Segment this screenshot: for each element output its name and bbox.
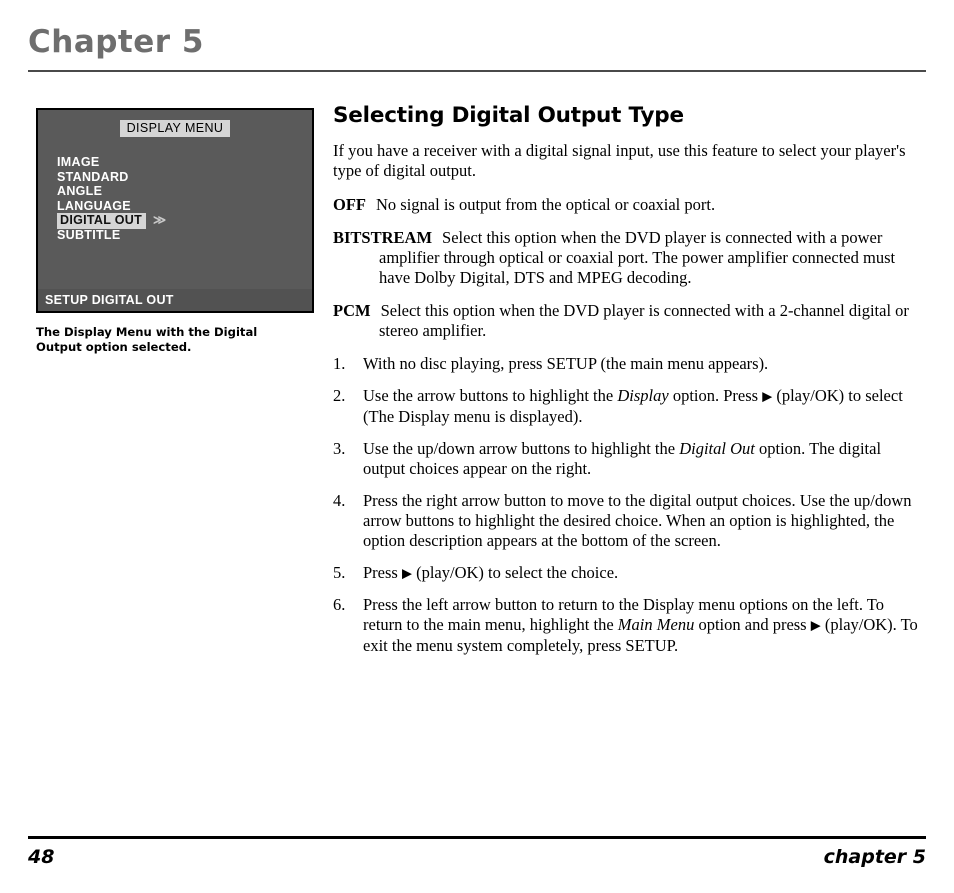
definition-text: Select this option when the DVD player i… <box>379 301 909 340</box>
step-text: Use the up/down arrow buttons to highlig… <box>363 438 680 458</box>
osd-menu-item-label: LANGUAGE <box>57 198 131 213</box>
figure-caption: The Display Menu with the Digital Output… <box>36 325 258 354</box>
step-number: 2. <box>333 386 346 405</box>
definition-pcm: PCM Select this option when the DVD playe… <box>333 301 925 341</box>
step-text: (play/OK) to select the choice. <box>411 562 619 582</box>
step-item: 3. Use the up/down arrow buttons to highl… <box>333 439 925 479</box>
definition-term: OFF <box>333 195 366 214</box>
osd-menu-item-digital-out[interactable]: DIGITAL OUT ≫ <box>57 213 297 229</box>
step-emphasis: Digital Out <box>679 438 755 458</box>
osd-menu-item-label: IMAGE <box>57 155 100 169</box>
step-number: 1. <box>333 354 346 373</box>
figure-column: DISPLAY MENU IMAGE STANDARD ANGLE LANGUAGE D… <box>36 108 318 355</box>
osd-menu-item-label: STANDARD <box>57 169 129 184</box>
osd-menu-item-label: SUBTITLE <box>57 227 121 242</box>
step-item: 2. Use the arrow buttons to highlight the… <box>333 386 925 427</box>
play-triangle-icon: ▶ <box>401 565 412 580</box>
chapter-title: Chapter 5 <box>28 24 204 60</box>
osd-menu-item-list: IMAGE STANDARD ANGLE LANGUAGE DIGITAL OUT ≫ SU… <box>57 155 297 243</box>
footer-chapter-label: chapter 5 <box>823 845 926 868</box>
footer-row: 48 chapter 5 <box>28 846 926 868</box>
osd-menu-item-subtitle[interactable]: SUBTITLE <box>57 228 297 243</box>
osd-title-row: DISPLAY MENU <box>38 110 312 137</box>
osd-menu-item-label: ANGLE <box>57 184 103 199</box>
osd-status-bar: SETUP DIGITAL OUT <box>38 289 312 311</box>
page-header: Chapter 5 <box>28 22 926 72</box>
step-emphasis: Display <box>617 386 669 405</box>
step-emphasis: Main Menu <box>617 615 695 634</box>
section-heading: Selecting Digital Output Type <box>333 103 684 128</box>
osd-menu-item-angle[interactable]: ANGLE <box>57 184 297 199</box>
step-item: 5. Press ▶ (play/OK) to select the choice… <box>333 563 925 584</box>
step-text: Press <box>363 562 402 582</box>
step-item: 6. Press the left arrow button to return … <box>333 595 925 656</box>
step-number: 4. <box>333 490 346 510</box>
step-item: 4. Press the right arrow button to move t… <box>333 491 925 551</box>
page-footer: 48 chapter 5 <box>28 836 926 868</box>
definition-off: OFF No signal is output from the optical … <box>333 195 925 215</box>
step-text: option and press <box>694 615 811 634</box>
step-text: With no disc playing, press SETUP (the m… <box>363 354 769 373</box>
header-divider <box>28 70 926 72</box>
definition-list: OFF No signal is output from the optical … <box>333 195 925 341</box>
intro-paragraph: If you have a receiver with a digital si… <box>333 141 906 180</box>
page-number: 48 <box>28 845 55 868</box>
step-text: Press the right arrow button to move to … <box>363 490 912 550</box>
play-triangle-icon: ▶ <box>762 388 773 404</box>
step-number: 6. <box>333 595 346 614</box>
definition-term: PCM <box>333 301 371 320</box>
step-text: Use the arrow buttons to highlight the <box>363 386 618 405</box>
osd-menu-title: DISPLAY MENU <box>119 120 231 137</box>
double-chevron-right-icon: ≫ <box>153 213 167 228</box>
step-item: 1. With no disc playing, press SETUP (the… <box>333 354 925 374</box>
osd-display-menu-figure: DISPLAY MENU IMAGE STANDARD ANGLE LANGUAGE D… <box>36 108 314 313</box>
content-column: Selecting Digital Output Type If you hav… <box>333 103 925 668</box>
step-number: 3. <box>333 438 346 458</box>
osd-menu-item-standard[interactable]: STANDARD <box>57 170 297 185</box>
osd-menu-item-image[interactable]: IMAGE <box>57 155 297 170</box>
play-triangle-icon: ▶ <box>810 617 821 633</box>
osd-menu-item-language[interactable]: LANGUAGE <box>57 199 297 214</box>
step-number: 5. <box>333 562 346 582</box>
definition-text: No signal is output from the optical or … <box>376 195 716 214</box>
osd-menu-item-label: DIGITAL OUT <box>57 213 146 229</box>
footer-divider <box>28 836 926 839</box>
numbered-steps-list: 1. With no disc playing, press SETUP (the… <box>333 354 925 656</box>
definition-bitstream: BITSTREAM Select this option when the DVD… <box>333 228 925 288</box>
definition-term: BITSTREAM <box>333 228 433 247</box>
definition-text: Select this option when the DVD player i… <box>379 228 896 287</box>
step-text: option. Press <box>668 386 763 405</box>
